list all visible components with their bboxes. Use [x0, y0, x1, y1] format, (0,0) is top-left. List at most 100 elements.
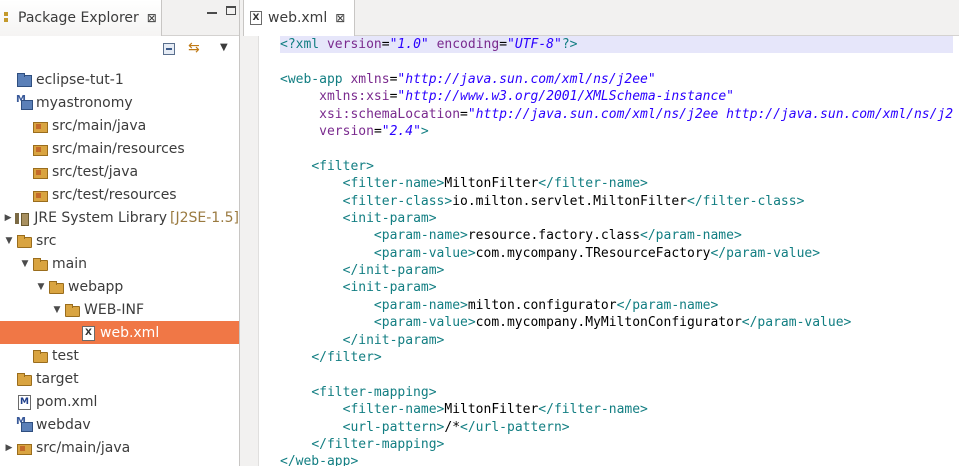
code-line: <param-value>com.mycompany.TResourceFact… — [280, 245, 953, 262]
code-token: <?xml — [280, 37, 327, 52]
folder-icon — [32, 257, 48, 271]
tree-item-label: JRE System Library — [34, 209, 167, 226]
tree-item[interactable]: ▼ main — [0, 252, 239, 275]
code-line: </init-param> — [280, 332, 953, 349]
code-token: </web-app> — [280, 454, 359, 466]
tree-item-label: target — [36, 370, 79, 387]
expanded-arrow-icon[interactable]: ▼ — [52, 305, 62, 315]
tree-item-label: WEB-INF — [84, 301, 144, 318]
tree-item[interactable]: target — [0, 367, 239, 390]
tree-item[interactable]: src/main/resources — [0, 137, 239, 160]
code-line: <filter-mapping> — [280, 384, 953, 401]
tree-item-label: web.xml — [100, 324, 160, 341]
code-token: <param-name> — [373, 228, 468, 244]
code-token: <filter-mapping> — [311, 384, 437, 400]
explorer-toolbar — [0, 36, 239, 68]
view-menu-icon[interactable]: ▼ — [220, 42, 228, 53]
editor-tab-title: web.xml — [268, 10, 328, 26]
collapse-all-icon[interactable] — [163, 43, 175, 55]
code-token: </filter-name> — [538, 176, 648, 192]
tree-item-label: src/main/java — [52, 117, 147, 134]
tree-item[interactable]: webdav — [0, 413, 239, 436]
code-line: <filter-name>MiltonFilter</filter-name> — [280, 175, 953, 192]
source-folder-icon — [32, 188, 48, 202]
code-token: </param-value> — [741, 315, 852, 331]
tree-item[interactable]: ▼ WEB-INF — [0, 298, 239, 321]
code-token: </filter-class> — [687, 193, 805, 209]
tree-item[interactable]: src/test/java — [0, 160, 239, 183]
tree-item-label: pom.xml — [36, 393, 98, 410]
tree-item[interactable]: myastronomy — [0, 91, 239, 114]
pom-file-icon — [16, 394, 32, 410]
close-icon[interactable]: ⊠ — [335, 11, 345, 25]
code-token: </filter-name> — [538, 402, 648, 418]
project-icon — [16, 72, 32, 87]
code-line: </web-app> — [280, 453, 953, 466]
tree-item[interactable]: ▶ src/main/java — [0, 436, 239, 459]
code-editor[interactable]: <?xml version="1.0" encoding="UTF-8"?> <… — [280, 36, 954, 466]
package-explorer-view: Package Explorer ⊠ ⇆ ▼ eclipse-tut-1 myas… — [0, 0, 240, 466]
code-token: </filter> — [311, 350, 382, 366]
code-token: </init-param> — [342, 263, 445, 279]
code-line: <url-pattern>/*</url-pattern> — [280, 419, 953, 436]
tree-item-label: src — [36, 232, 57, 249]
tree-item[interactable]: eclipse-tut-1 — [0, 68, 239, 91]
tree-item[interactable]: test — [0, 344, 239, 367]
editor-area: X web.xml ⊠ <?xml version="1.0" encoding… — [243, 0, 959, 466]
code-token: <init-param> — [342, 280, 437, 296]
code-token: xmlns — [350, 71, 390, 87]
tree-item[interactable]: web.xml — [0, 321, 239, 344]
tree-item[interactable]: ▼ src — [0, 229, 239, 252]
code-token: "1.0" — [389, 37, 429, 52]
expanded-arrow-icon[interactable]: ▼ — [36, 282, 46, 292]
collapsed-arrow-icon[interactable]: ▶ — [4, 443, 14, 453]
code-line: <?xml version="1.0" encoding="UTF-8"?> — [280, 36, 954, 54]
code-line: <param-name>resource.factory.class</para… — [280, 227, 953, 244]
code-token: version — [326, 37, 382, 52]
code-line: </filter> — [280, 349, 953, 366]
tree-item[interactable]: pom.xml — [0, 390, 239, 413]
close-icon[interactable]: ⊠ — [147, 11, 157, 25]
code-token: <param-value> — [373, 245, 476, 261]
tree-item-label: eclipse-tut-1 — [36, 71, 124, 88]
tree-item[interactable]: src/main/java — [0, 114, 239, 137]
code-token: </url-pattern> — [460, 419, 570, 435]
tree-item-label: myastronomy — [36, 94, 133, 111]
code-token: milton.configurator — [467, 297, 617, 313]
code-line: </init-param> — [280, 262, 953, 279]
code-token: xmlns:xsi — [319, 89, 390, 105]
tree-item[interactable]: ▼ webapp — [0, 275, 239, 298]
code-token: = — [460, 106, 468, 122]
expanded-arrow-icon[interactable]: ▼ — [20, 259, 30, 269]
code-token: encoding — [436, 37, 500, 52]
package-explorer-tab[interactable]: Package Explorer ⊠ — [0, 0, 162, 36]
editor-tab-web-xml[interactable]: X web.xml ⊠ — [243, 0, 355, 36]
code-token: MiltonFilter — [444, 402, 539, 418]
code-line: <init-param> — [280, 210, 953, 227]
tree-item-label: src/test/java — [52, 163, 139, 180]
package-explorer-tab-bar: Package Explorer ⊠ — [0, 0, 239, 36]
code-token: <filter-name> — [342, 402, 445, 418]
code-line: <param-value>com.mycompany.MyMiltonConfi… — [280, 314, 953, 331]
xml-file-icon — [80, 325, 96, 341]
code-token: <param-value> — [373, 315, 476, 331]
collapsed-arrow-icon[interactable]: ▶ — [4, 213, 12, 223]
link-with-editor-icon[interactable]: ⇆ — [188, 40, 200, 56]
tree-item[interactable]: ▶ JRE System Library [J2SE-1.5] — [0, 206, 239, 229]
minimize-icon[interactable] — [207, 12, 217, 14]
code-line: <filter> — [280, 158, 953, 175]
code-token: <filter-name> — [342, 176, 445, 192]
maximize-icon[interactable] — [226, 6, 236, 15]
code-token: > — [420, 123, 429, 139]
expanded-arrow-icon[interactable]: ▼ — [4, 236, 14, 246]
tree-item[interactable]: src/test/resources — [0, 183, 239, 206]
maven-project-icon — [16, 94, 33, 110]
